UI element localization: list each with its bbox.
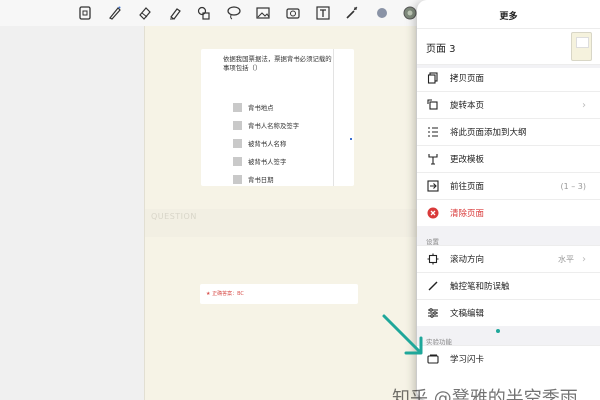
checkbox-icon bbox=[233, 138, 242, 148]
pen-icon[interactable] bbox=[106, 4, 124, 22]
experimental-section-header: 实验功能 bbox=[417, 326, 600, 346]
menu-item-label: 拷贝页面 bbox=[450, 74, 485, 84]
touch-indicator bbox=[496, 329, 500, 333]
color-dot-icon[interactable] bbox=[373, 4, 391, 22]
document-icon[interactable] bbox=[76, 4, 94, 22]
camera-icon[interactable] bbox=[284, 4, 302, 22]
lasso-icon[interactable] bbox=[225, 4, 243, 22]
clear-icon bbox=[426, 206, 440, 220]
text-icon[interactable] bbox=[314, 4, 332, 22]
change-template-item[interactable]: 更改模板 bbox=[417, 145, 600, 172]
rotate-page-item[interactable]: 旋转本页 › bbox=[417, 91, 600, 118]
menu-item-label: 触控笔和防误触 bbox=[450, 282, 510, 292]
document-editing-item[interactable]: 文稿编辑 bbox=[417, 299, 600, 326]
menu-item-label: 旋转本页 bbox=[450, 101, 485, 111]
flashcards-item[interactable]: 学习闪卡 bbox=[417, 345, 600, 372]
page-info-row: 页面 3 bbox=[417, 28, 600, 65]
scroll-direction-item[interactable]: 滚动方向 水平 › bbox=[417, 245, 600, 272]
chevron-right-icon: › bbox=[582, 99, 586, 111]
add-to-outline-item[interactable]: 将此页面添加到大纲 bbox=[417, 118, 600, 145]
rotate-icon bbox=[426, 98, 440, 112]
copy-page-item[interactable]: 拷贝页面 bbox=[417, 64, 600, 91]
scroll-direction-icon bbox=[426, 252, 440, 266]
outline-icon bbox=[426, 125, 440, 139]
note-page[interactable]: 依据我国票据法，票据背书必须记载的事项包括（） 背书地点 背书人名称及签字 被背… bbox=[144, 26, 417, 400]
annotation-arrow-icon bbox=[382, 314, 423, 355]
checkbox-icon bbox=[233, 102, 242, 112]
go-to-page-item[interactable]: 前往页面 (1 – 3) bbox=[417, 172, 600, 199]
highlighter-icon[interactable] bbox=[166, 4, 184, 22]
answer-card: ★ 正确答案：BC bbox=[200, 284, 358, 304]
stylus-item[interactable]: 触控笔和防误触 bbox=[417, 272, 600, 299]
menu-item-label: 文稿编辑 bbox=[450, 309, 485, 319]
more-menu: 更多 页面 3 拷贝页面 旋转本页 › 将此页面添加到大纲 更改模板 前往页面 … bbox=[417, 0, 600, 400]
flashcard-icon bbox=[426, 352, 440, 366]
page-label: 页面 3 bbox=[426, 44, 456, 55]
option-label: 背书地点 bbox=[248, 103, 274, 112]
answer-text: ★ 正确答案：BC bbox=[206, 291, 244, 297]
checkbox-icon bbox=[233, 174, 242, 184]
option-item: 背书地点 bbox=[233, 102, 274, 112]
scroll-direction-value: 水平 bbox=[558, 254, 574, 264]
menu-item-label: 清除页面 bbox=[450, 209, 485, 219]
option-item: 被背书人名称 bbox=[233, 138, 286, 148]
checkbox-icon bbox=[233, 156, 242, 166]
image-icon[interactable] bbox=[254, 4, 272, 22]
cursor-dot bbox=[350, 138, 352, 140]
card-divider bbox=[333, 49, 334, 186]
stylus-icon bbox=[426, 279, 440, 293]
option-item: 被背书人签字 bbox=[233, 156, 286, 166]
menu-item-label: 更改模板 bbox=[450, 155, 485, 165]
clear-page-item[interactable]: 清除页面 bbox=[417, 199, 600, 226]
chevron-right-icon: › bbox=[582, 253, 586, 265]
menu-item-label: 学习闪卡 bbox=[450, 355, 485, 365]
page-range: (1 – 3) bbox=[560, 181, 586, 191]
goto-icon bbox=[426, 179, 440, 193]
option-item: 背书日期 bbox=[233, 174, 274, 184]
shapes-icon[interactable] bbox=[195, 4, 213, 22]
section-label: QUESTION bbox=[151, 212, 197, 221]
sliders-icon bbox=[426, 306, 440, 320]
menu-item-label: 滚动方向 bbox=[450, 255, 485, 265]
question-text: 依据我国票据法，票据背书必须记载的事项包括（） bbox=[223, 55, 332, 72]
menu-item-label: 前往页面 bbox=[450, 182, 485, 192]
menu-item-label: 将此页面添加到大纲 bbox=[450, 128, 527, 138]
option-label: 背书人名称及签字 bbox=[248, 121, 300, 130]
menu-title: 更多 bbox=[499, 12, 518, 22]
option-label: 被背书人名称 bbox=[248, 139, 287, 148]
option-label: 被背书人签字 bbox=[248, 157, 287, 166]
template-icon bbox=[426, 152, 440, 166]
settings-section-header: 设置 bbox=[417, 226, 600, 246]
page-thumbnail bbox=[571, 32, 592, 61]
checkbox-icon bbox=[233, 120, 242, 130]
option-label: 背书日期 bbox=[248, 175, 274, 184]
watermark: 知乎 @凳雅的半空季雨 bbox=[392, 388, 578, 400]
laser-icon[interactable] bbox=[343, 4, 361, 22]
eraser-icon[interactable] bbox=[136, 4, 154, 22]
question-card: 依据我国票据法，票据背书必须记载的事项包括（） 背书地点 背书人名称及签字 被背… bbox=[201, 49, 354, 186]
option-item: 背书人名称及签字 bbox=[233, 120, 299, 130]
copy-icon bbox=[426, 71, 440, 85]
